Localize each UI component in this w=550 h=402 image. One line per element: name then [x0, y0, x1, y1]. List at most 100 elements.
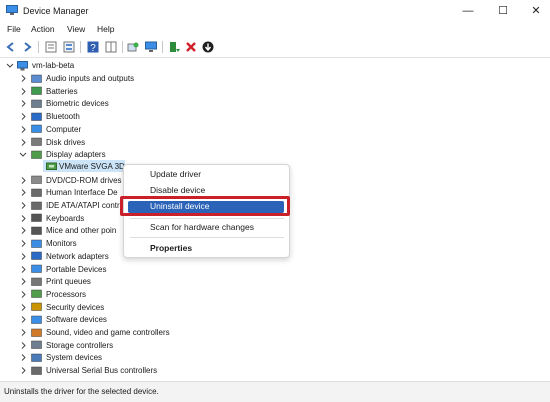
category-icon	[31, 353, 42, 362]
chevron-right-icon[interactable]	[19, 136, 27, 149]
category-icon	[31, 302, 42, 311]
menu-action[interactable]: Action	[31, 24, 55, 34]
chevron-right-icon[interactable]	[19, 85, 27, 98]
menu-view[interactable]: View	[67, 24, 85, 34]
monitor-icon[interactable]	[144, 40, 158, 54]
category-icon	[31, 150, 42, 159]
uninstall-icon[interactable]	[184, 40, 198, 54]
category-icon	[31, 86, 42, 95]
chevron-right-icon[interactable]	[19, 97, 27, 110]
forward-icon[interactable]	[20, 40, 34, 54]
help-icon[interactable]: ?	[86, 40, 100, 54]
category-icon	[31, 239, 42, 248]
chevron-right-icon[interactable]	[19, 123, 27, 136]
category-label: Mice and other poin	[46, 226, 117, 236]
maximize-button[interactable]: ☐	[493, 3, 513, 19]
category-label: Batteries	[46, 86, 78, 96]
menu-disable-device[interactable]: Disable device	[150, 185, 205, 195]
chevron-down-icon[interactable]	[6, 59, 14, 72]
window-title: Device Manager	[23, 6, 89, 16]
list-icon[interactable]	[62, 40, 76, 54]
category-label: Audio inputs and outputs	[46, 74, 135, 83]
category-label: IDE ATA/ATAPI contr	[46, 201, 120, 210]
chevron-right-icon[interactable]	[19, 250, 27, 263]
chevron-right-icon[interactable]	[19, 313, 27, 326]
category-icon	[31, 226, 42, 235]
chevron-right-icon[interactable]	[19, 364, 27, 377]
status-bar: Uninstalls the driver for the selected d…	[0, 381, 550, 402]
menu-help[interactable]: Help	[97, 24, 114, 34]
root-label: vm-lab-beta	[32, 61, 75, 70]
category-label: Biometric devices	[46, 99, 109, 109]
category-label: Portable Devices	[46, 264, 107, 274]
category-label: Print queues	[46, 277, 91, 287]
chevron-right-icon[interactable]	[19, 174, 27, 187]
chevron-right-icon[interactable]	[19, 263, 27, 276]
child-device-label: VMware SVGA 3D	[59, 162, 125, 171]
category-label: Network adapters	[46, 251, 109, 261]
category-icon	[31, 366, 42, 375]
category-label: Universal Serial Bus controllers	[46, 366, 158, 376]
menu-update-driver[interactable]: Update driver	[150, 169, 201, 179]
category-label: Monitors	[46, 239, 77, 249]
view-icon[interactable]	[104, 40, 118, 54]
back-icon[interactable]	[4, 40, 18, 54]
toolbar: ?	[0, 38, 550, 56]
chevron-right-icon[interactable]	[19, 224, 27, 237]
category-icon	[31, 252, 42, 261]
chevron-right-icon[interactable]	[19, 275, 27, 288]
category-label: Security devices	[46, 302, 105, 312]
context-menu-separator	[130, 218, 284, 219]
category-icon	[31, 290, 42, 299]
chevron-right-icon[interactable]	[19, 301, 27, 314]
chevron-down-icon[interactable]	[19, 148, 27, 161]
svg-text:?: ?	[90, 43, 96, 54]
download-icon[interactable]	[201, 40, 215, 54]
chevron-right-icon[interactable]	[19, 288, 27, 301]
category-label: Software devices	[46, 315, 107, 325]
toolbar-separator	[80, 41, 81, 53]
computer-icon	[17, 60, 28, 70]
category-icon	[31, 137, 42, 146]
category-icon	[31, 213, 42, 222]
category-icon	[31, 277, 42, 286]
chevron-right-icon[interactable]	[19, 199, 27, 212]
category-label: DVD/CD-ROM drives	[46, 175, 122, 185]
status-text: Uninstalls the driver for the selected d…	[4, 387, 159, 396]
title-bar: Device Manager — ☐ ✕	[0, 0, 550, 22]
display-adapter-icon	[46, 162, 57, 170]
category-label: Processors	[46, 289, 87, 299]
menu-properties[interactable]: Properties	[150, 243, 192, 253]
category-label: System devices	[46, 353, 103, 363]
chevron-right-icon[interactable]	[19, 186, 27, 199]
context-menu-separator	[130, 237, 284, 238]
update-driver-icon[interactable]	[167, 40, 181, 54]
chevron-right-icon[interactable]	[19, 326, 27, 339]
toolbar-separator	[122, 41, 123, 53]
category-icon	[31, 74, 42, 83]
category-icon	[31, 188, 42, 197]
chevron-right-icon[interactable]	[19, 72, 27, 85]
chevron-right-icon[interactable]	[19, 339, 27, 352]
chevron-right-icon[interactable]	[19, 212, 27, 225]
device-manager-app-icon	[6, 5, 18, 15]
category-icon	[31, 112, 42, 121]
category-icon	[31, 264, 42, 273]
menu-file[interactable]: File	[7, 24, 21, 34]
annotation-highlight-box	[120, 196, 290, 216]
chevron-right-icon[interactable]	[19, 237, 27, 250]
category-label: Disk drives	[46, 137, 86, 147]
category-label: Bluetooth	[46, 112, 80, 122]
category-label: Computer	[46, 124, 82, 134]
category-label: Storage controllers	[46, 340, 114, 350]
minimize-button[interactable]: —	[458, 3, 478, 19]
scan-icon[interactable]	[126, 40, 140, 54]
menu-scan-hardware[interactable]: Scan for hardware changes	[150, 222, 254, 232]
properties-icon[interactable]	[44, 40, 58, 54]
chevron-right-icon[interactable]	[19, 110, 27, 123]
chevron-right-icon[interactable]	[19, 351, 27, 364]
close-button[interactable]: ✕	[526, 3, 546, 19]
toolbar-separator	[38, 41, 39, 53]
category-label: Sound, video and game controllers	[46, 328, 170, 337]
category-label: Keyboards	[46, 213, 85, 223]
